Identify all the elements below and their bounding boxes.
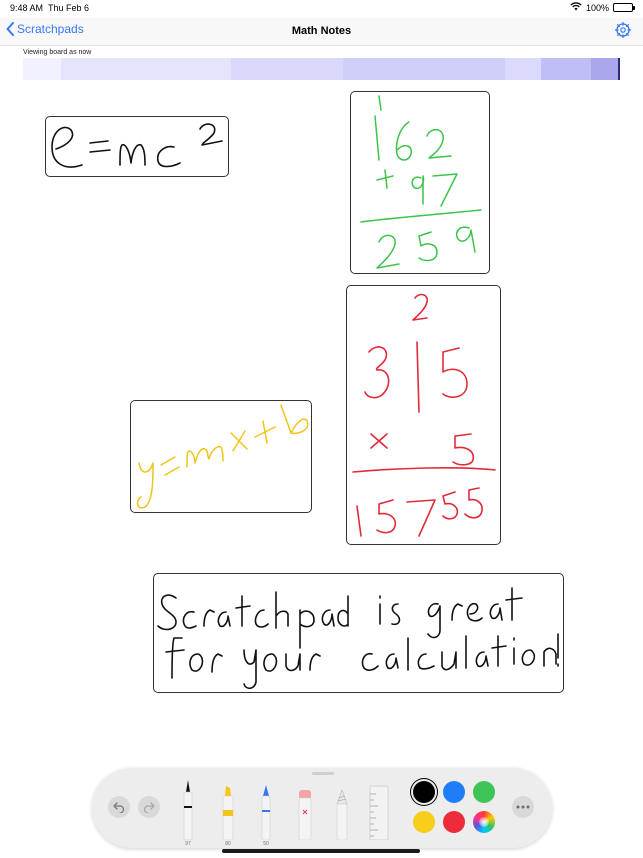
timeline-segment [541,58,591,80]
marker-icon [222,786,234,841]
redo-button[interactable] [138,796,160,818]
timeline-segment [23,58,61,80]
timeline-segment [61,58,231,80]
undo-icon [113,802,125,813]
whiteboard-canvas[interactable] [0,82,643,782]
ruler-tool[interactable] [368,784,390,841]
timeline-handle[interactable] [618,58,620,80]
status-date: Thu Feb 6 [48,3,90,13]
status-time: 9:48 AM [10,3,44,13]
more-icon [516,805,530,809]
lasso-tool[interactable] [334,788,350,841]
pencil-width-label: 50 [263,841,269,847]
undo-button[interactable] [108,796,130,818]
navigation-bar: Scratchpads Math Notes [0,18,643,46]
pen-tool[interactable]: 97 [180,778,196,847]
pen-width-label: 97 [185,841,191,847]
timeline-caption: Viewing board as now [23,49,92,56]
pencil-tool[interactable]: 50 [258,784,274,847]
lasso-icon [336,789,348,841]
marker-tool[interactable]: 80 [220,784,236,847]
color-red-swatch[interactable] [443,811,465,833]
eraser-icon [298,790,312,841]
redo-icon [143,802,155,813]
scratchpad-addition[interactable] [350,91,490,274]
scratchpad-emc2[interactable] [45,116,229,177]
handwriting-addition [360,95,482,269]
color-picker-button[interactable] [473,811,495,833]
palette-grabber[interactable] [312,772,334,775]
battery-icon [613,3,635,12]
pen-icon [183,780,193,841]
marker-width-label: 80 [225,841,231,847]
color-blue-swatch[interactable] [443,781,465,803]
handwriting-multiplication [352,293,496,537]
settings-button[interactable] [614,21,632,43]
timeline-segment [343,58,505,80]
ruler-icon [369,785,389,841]
color-black-swatch[interactable] [413,781,435,803]
status-bar: 9:48 AM Thu Feb 6 100% [0,0,643,18]
history-timeline-slider[interactable] [23,58,620,80]
pencil-icon [261,785,271,841]
timeline-segment [231,58,343,80]
tool-palette: 97 80 50 [92,768,552,848]
scratchpad-multiplication[interactable] [346,285,501,545]
wifi-icon [570,2,582,13]
color-wheel-icon [479,817,489,827]
battery-percent: 100% [585,2,609,13]
color-green-swatch[interactable] [473,781,495,803]
home-indicator[interactable] [222,849,420,853]
timeline-segment [591,58,620,80]
color-yellow-swatch[interactable] [413,811,435,833]
handwriting-line-equation [136,404,309,509]
timeline-segment [505,58,541,80]
gear-icon [614,21,632,39]
more-options-button[interactable] [512,796,534,818]
handwriting-note [157,587,559,690]
page-title: Math Notes [291,25,352,37]
handwriting-emc2 [51,123,223,168]
status-indicators: 100% [570,2,635,13]
scratchpad-note[interactable] [153,573,564,693]
scratchpad-line-equation[interactable] [130,400,312,513]
eraser-tool[interactable] [296,788,314,841]
